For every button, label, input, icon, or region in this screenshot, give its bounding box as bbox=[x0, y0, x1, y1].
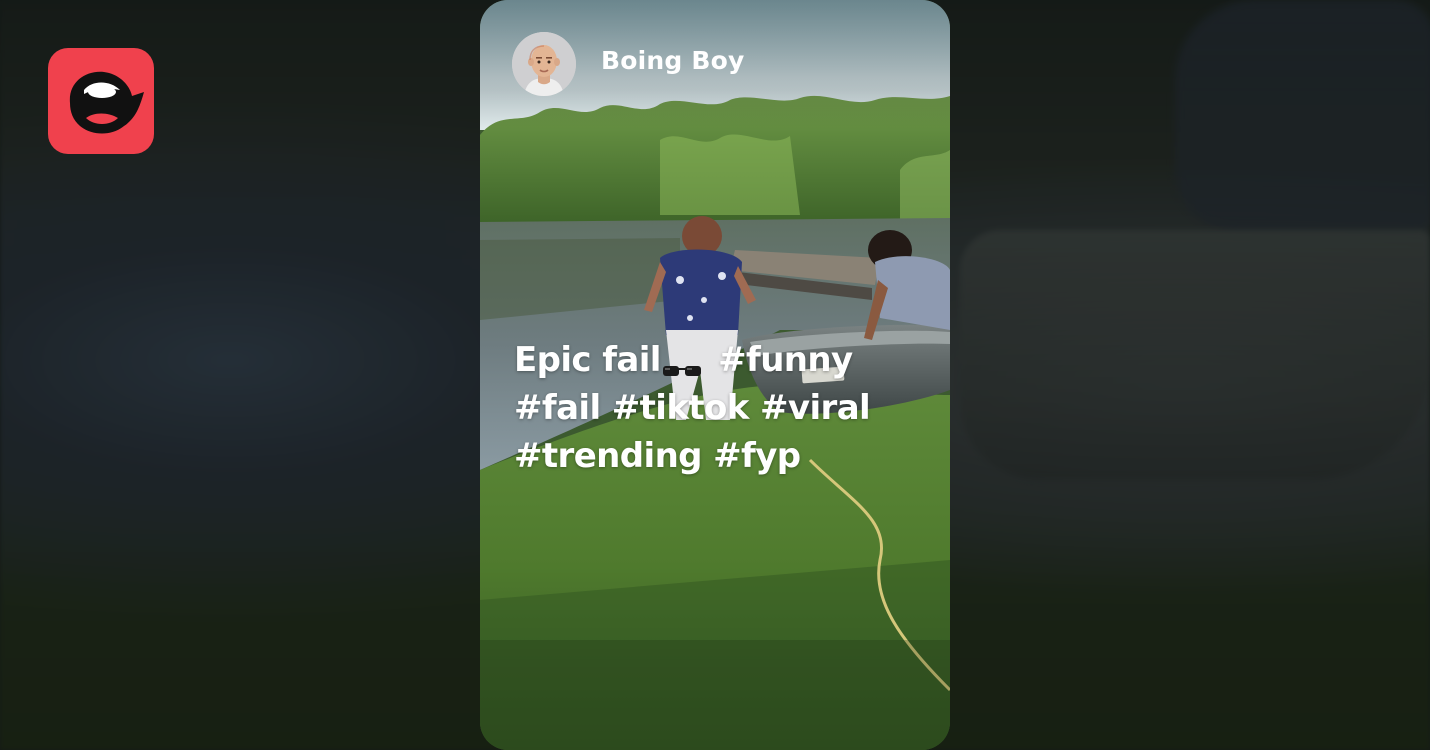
bald-man-avatar-icon bbox=[512, 32, 576, 96]
post-caption: Epic fail #funny #fail #tiktok #viral #t… bbox=[514, 336, 914, 480]
caption-line-3[interactable]: #trending #fyp bbox=[514, 432, 914, 480]
app-logo-mouth-icon bbox=[69, 71, 144, 134]
post-header: Boing Boy bbox=[480, 0, 950, 128]
caption-text: Epic fail bbox=[514, 340, 661, 380]
app-logo-button[interactable] bbox=[48, 48, 154, 154]
author-name[interactable]: Boing Boy bbox=[601, 46, 745, 75]
sunglasses-icon bbox=[661, 348, 705, 376]
caption-line-2[interactable]: #fail #tiktok #viral bbox=[514, 384, 914, 432]
video-card[interactable]: Boing Boy Epic fail #funny #fail #tiktok… bbox=[480, 0, 950, 750]
video-viewer: Boing Boy Epic fail #funny #fail #tiktok… bbox=[0, 0, 1430, 750]
hashtag-funny[interactable]: #funny bbox=[718, 340, 853, 380]
author-avatar[interactable] bbox=[512, 32, 576, 96]
caption-line-1: Epic fail #funny bbox=[514, 336, 914, 384]
